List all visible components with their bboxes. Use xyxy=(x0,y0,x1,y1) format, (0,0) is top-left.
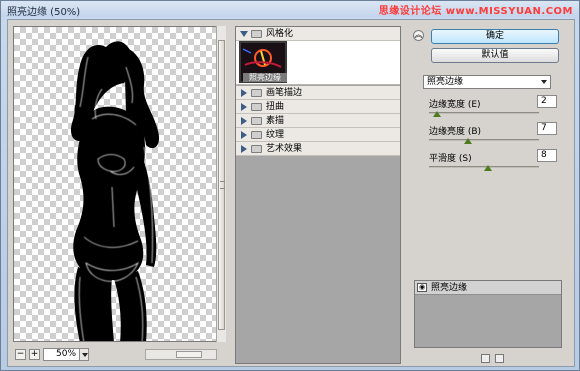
preview-vertical-scrollbar[interactable] xyxy=(216,26,226,342)
param-value-input[interactable]: 2 xyxy=(537,95,557,108)
horizontal-scroll-thumb[interactable] xyxy=(176,351,202,358)
param-edge-brightness: 边缘亮度 (B) 7 xyxy=(429,122,559,152)
filter-gallery-panel: 风格化 照亮边缘 画笔描边 扭曲 素描 纹理 艺术效果 xyxy=(235,26,401,364)
chevron-down-icon xyxy=(541,80,547,84)
default-button[interactable]: 默认值 xyxy=(431,48,559,63)
watermark-text: 思缘设计论坛 www.MISSYUAN.COM xyxy=(378,6,573,17)
eye-icon[interactable]: ◉ xyxy=(417,283,427,292)
grip-icon xyxy=(220,181,225,189)
folder-sketch[interactable]: 素描 xyxy=(236,114,400,128)
collapsed-triangle-icon xyxy=(241,117,247,125)
param-edge-width: 边缘宽度 (E) 2 xyxy=(429,95,559,125)
param-value-input[interactable]: 7 xyxy=(537,122,557,135)
folder-label: 画笔描边 xyxy=(266,88,303,98)
new-effect-layer-icon[interactable] xyxy=(481,354,490,363)
folder-label: 纹理 xyxy=(266,130,285,140)
preview-horizontal-scrollbar[interactable] xyxy=(145,349,217,360)
expanded-triangle-icon xyxy=(240,31,248,37)
collapsed-triangle-icon xyxy=(241,131,247,139)
folder-icon xyxy=(251,145,262,153)
collapsed-triangle-icon xyxy=(241,89,247,97)
thumbnail-label: 照亮边缘 xyxy=(243,73,287,82)
param-smoothness: 平滑度 (S) 8 xyxy=(429,149,559,179)
window-title: 照亮边缘 (50%) xyxy=(7,7,81,18)
ok-button[interactable]: 确定 xyxy=(431,29,559,44)
silhouette-image xyxy=(70,41,160,341)
thumbnail-image xyxy=(241,43,285,71)
param-value-input[interactable]: 8 xyxy=(537,149,557,162)
folder-label: 艺术效果 xyxy=(266,144,303,154)
folder-label: 素描 xyxy=(266,116,285,126)
param-label: 平滑度 (S) xyxy=(429,154,472,164)
collapse-gallery-button[interactable]: ︽ xyxy=(413,30,424,41)
effect-layers-panel: ◉ 照亮边缘 xyxy=(414,280,562,348)
vertical-scroll-thumb[interactable] xyxy=(218,40,225,330)
effect-layer-label: 照亮边缘 xyxy=(431,283,468,293)
folder-icon xyxy=(251,117,262,125)
slider-knob[interactable] xyxy=(432,111,441,117)
trash-icon[interactable] xyxy=(495,354,504,363)
folder-icon xyxy=(251,131,262,139)
folder-artistic[interactable]: 艺术效果 xyxy=(236,142,400,156)
zoom-select[interactable]: 50% xyxy=(43,348,89,361)
collapsed-triangle-icon xyxy=(241,103,247,111)
zoom-out-button[interactable]: − xyxy=(15,349,26,360)
folder-brush-strokes[interactable]: 画笔描边 xyxy=(236,86,400,100)
slider-knob[interactable] xyxy=(484,165,493,171)
title-bar[interactable]: 照亮边缘 (50%) 思缘设计论坛 www.MISSYUAN.COM xyxy=(1,1,579,18)
stylize-filters: 照亮边缘 xyxy=(236,41,400,85)
filter-select-value: 照亮边缘 xyxy=(427,77,464,87)
preview-canvas[interactable] xyxy=(13,26,225,342)
minus-icon: − xyxy=(16,349,25,359)
filter-thumbnail-glowing-edges[interactable]: 照亮边缘 xyxy=(239,41,287,83)
effect-layer-row[interactable]: ◉ 照亮边缘 xyxy=(415,281,561,295)
folder-icon xyxy=(251,89,262,97)
collapsed-triangle-icon xyxy=(241,145,247,153)
slider-knob[interactable] xyxy=(463,138,472,144)
zoom-in-button[interactable]: + xyxy=(29,349,40,360)
preview-zoom-bar: − + 50% xyxy=(13,346,226,362)
chevron-down-icon[interactable] xyxy=(79,349,88,360)
plus-icon: + xyxy=(30,349,39,359)
slider-track[interactable] xyxy=(429,112,539,114)
folder-icon xyxy=(251,30,262,38)
filter-select[interactable]: 照亮边缘 xyxy=(423,75,551,89)
param-label: 边缘宽度 (E) xyxy=(429,100,481,110)
zoom-value: 50% xyxy=(56,349,77,359)
dialog-body: − + 50% 风格化 照亮边缘 画笔描边 扭曲 素描 纹理 艺术效果 ︽ 确定… xyxy=(7,19,575,367)
folder-icon xyxy=(251,103,262,111)
double-chevron-up-icon: ︽ xyxy=(414,30,423,39)
folder-distort[interactable]: 扭曲 xyxy=(236,100,400,114)
slider-track[interactable] xyxy=(429,139,539,141)
filter-gallery-window: 照亮边缘 (50%) 思缘设计论坛 www.MISSYUAN.COM − + 5… xyxy=(0,0,580,371)
param-label: 边缘亮度 (B) xyxy=(429,127,482,137)
settings-panel: ︽ 确定 默认值 照亮边缘 边缘宽度 (E) 2 边缘亮度 (B) 7 平滑度 … xyxy=(409,26,569,364)
folder-label: 扭曲 xyxy=(266,102,285,112)
folder-texture[interactable]: 纹理 xyxy=(236,128,400,142)
folder-label: 风格化 xyxy=(266,29,294,39)
folder-stylize[interactable]: 风格化 xyxy=(236,27,400,41)
